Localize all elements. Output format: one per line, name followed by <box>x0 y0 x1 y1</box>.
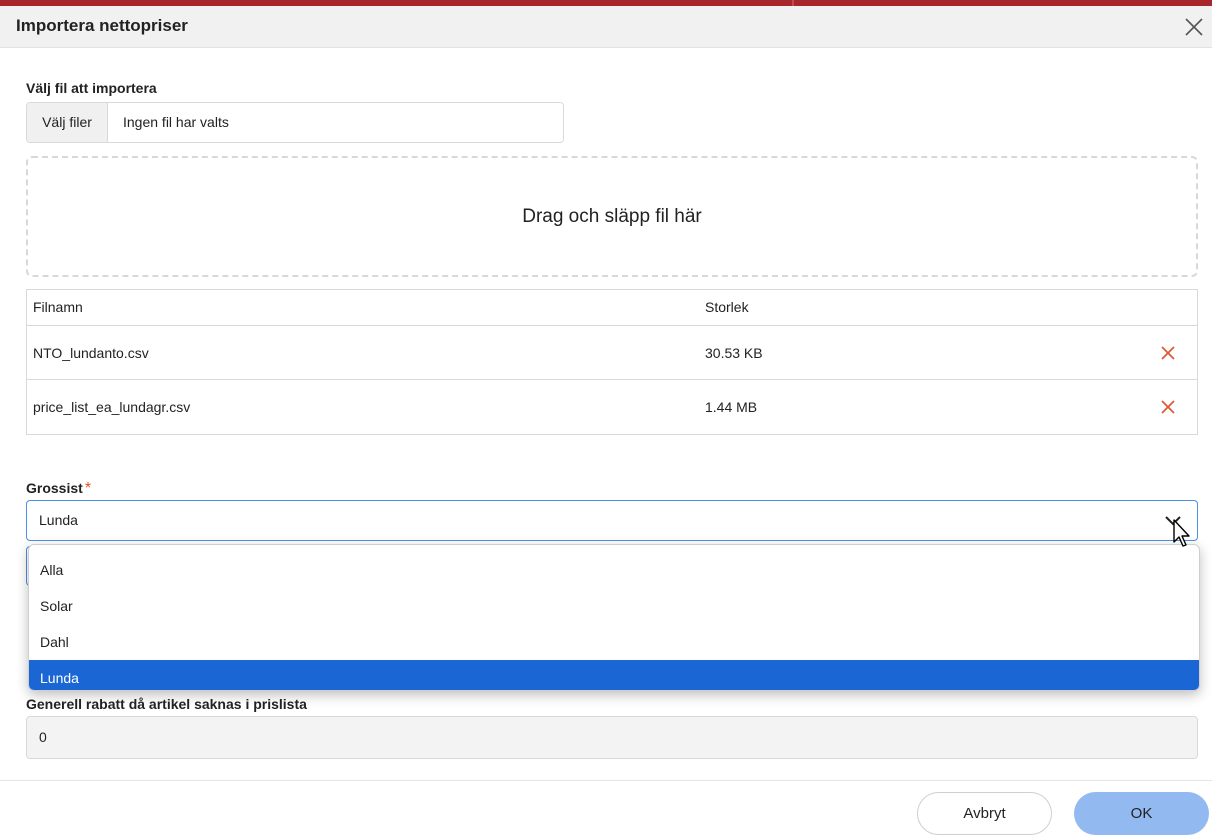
file-size-cell: 1.44 MB <box>705 399 758 415</box>
wholesaler-label: Grossist * <box>26 480 91 498</box>
dialog-header: Importera nettopriser <box>0 6 1212 48</box>
file-size-cell: 30.53 KB <box>705 345 763 361</box>
mouse-cursor-icon <box>1173 519 1190 547</box>
required-marker: * <box>84 480 92 497</box>
table-row: price_list_ea_lundagr.csv 1.44 MB <box>27 380 1197 434</box>
dropdown-option-alla[interactable]: Alla <box>29 552 1199 588</box>
table-row: NTO_lundanto.csv 30.53 KB <box>27 326 1197 380</box>
wholesaler-select[interactable]: Lunda <box>26 500 1198 541</box>
import-net-prices-dialog: Importera nettopriser Välj fil att impor… <box>0 6 1212 838</box>
column-header-size: Storlek <box>705 299 749 315</box>
column-header-filename: Filnamn <box>33 299 83 315</box>
dialog-title: Importera nettopriser <box>16 16 188 35</box>
remove-file-icon[interactable] <box>1161 346 1175 360</box>
dropzone-text: Drag och släpp fil här <box>522 206 702 227</box>
dropdown-option-lunda[interactable]: Lunda <box>29 660 1199 690</box>
file-status-text: Ingen fil har valts <box>123 114 229 130</box>
close-icon[interactable] <box>1180 13 1208 41</box>
file-table: Filnamn Storlek NTO_lundanto.csv 30.53 K… <box>26 289 1198 435</box>
discount-input[interactable]: 0 <box>26 716 1198 759</box>
wholesaler-label-text: Grossist <box>26 480 83 496</box>
dropdown-option-dahl[interactable]: Dahl <box>29 624 1199 660</box>
cancel-button[interactable]: Avbryt <box>917 792 1052 835</box>
discount-value: 0 <box>39 729 47 745</box>
remove-file-icon[interactable] <box>1161 400 1175 414</box>
file-input[interactable]: Välj filer Ingen fil har valts <box>26 102 564 143</box>
file-name-cell: price_list_ea_lundagr.csv <box>33 399 191 415</box>
ok-button[interactable]: OK <box>1074 792 1209 835</box>
footer-divider <box>0 780 1212 781</box>
wholesaler-selected-value: Lunda <box>39 512 78 528</box>
file-picker-label: Välj fil att importera <box>26 80 157 96</box>
wholesaler-dropdown-menu: Alla Solar Dahl Lunda <box>28 544 1200 691</box>
choose-files-button[interactable]: Välj filer <box>27 103 108 142</box>
discount-label: Generell rabatt då artikel saknas i pris… <box>26 696 307 712</box>
dropdown-option-solar[interactable]: Solar <box>29 588 1199 624</box>
file-dropzone[interactable]: Drag och släpp fil här <box>26 156 1198 277</box>
file-name-cell: NTO_lundanto.csv <box>33 345 149 361</box>
